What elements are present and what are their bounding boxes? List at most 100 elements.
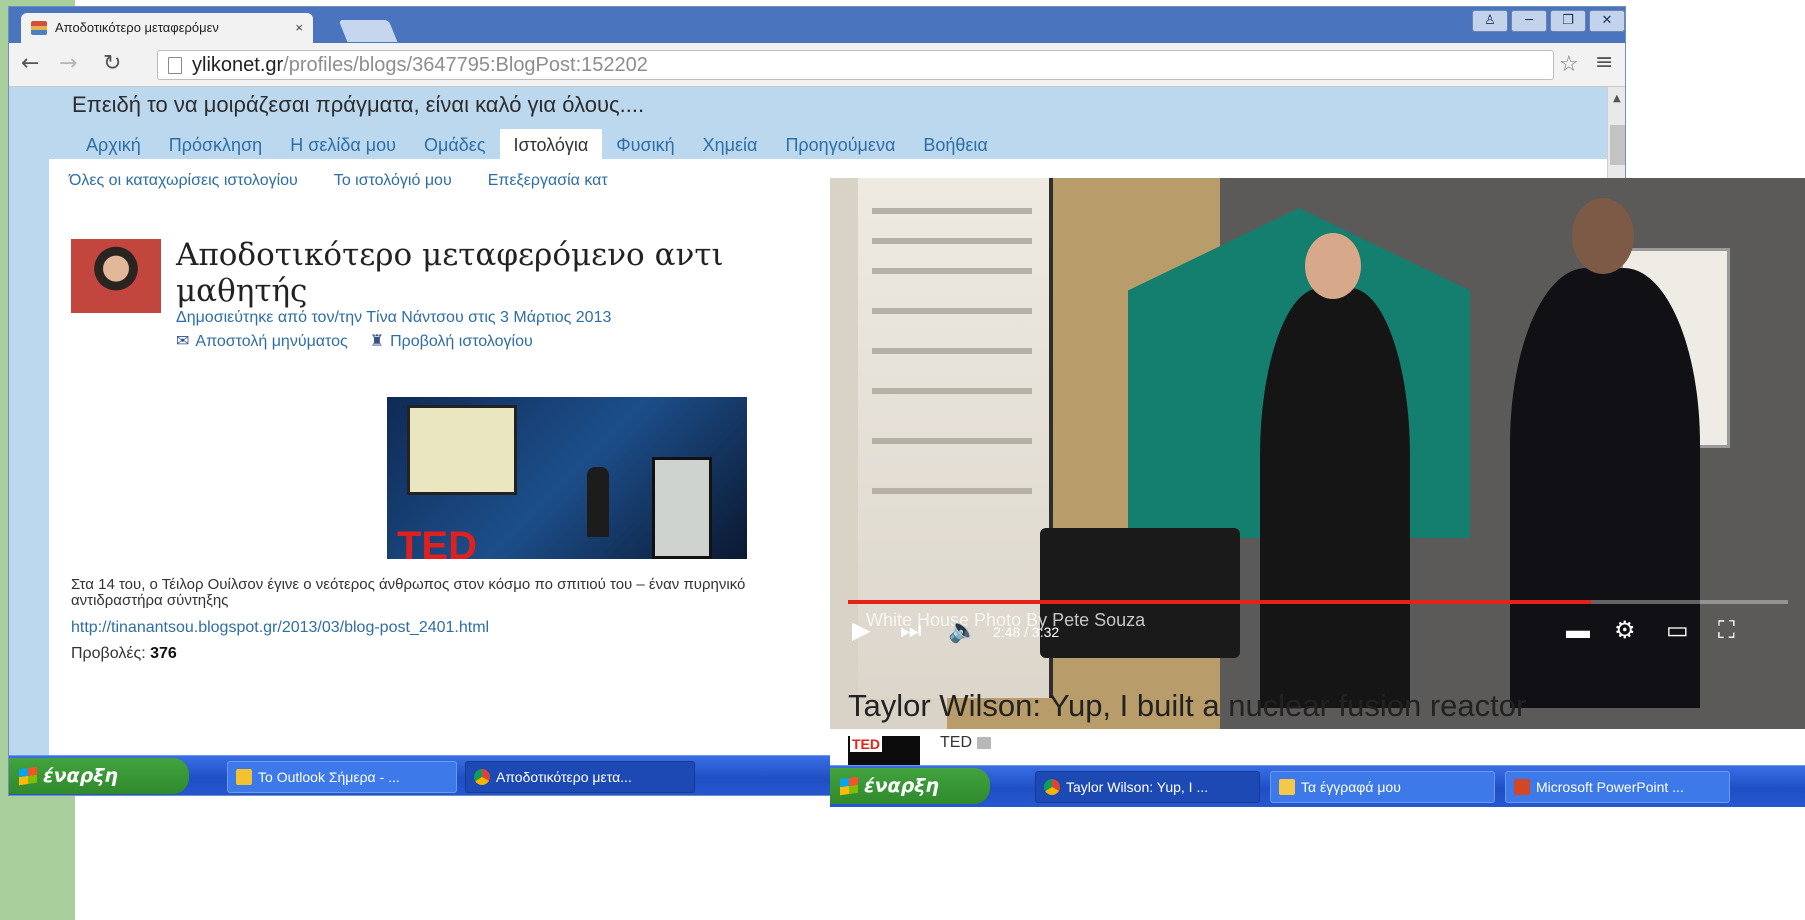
send-message-label: Αποστολή μηνύματος: [195, 333, 348, 350]
taskbar-item-powerpoint[interactable]: Microsoft PowerPoint ...: [1505, 771, 1730, 803]
page-icon: [168, 57, 182, 74]
back-arrow-icon[interactable]: ←: [21, 51, 39, 76]
scroll-up-icon[interactable]: ▲: [1613, 93, 1621, 104]
fullscreen-icon[interactable]: ⛶: [1718, 616, 1735, 646]
forward-arrow-icon[interactable]: →: [59, 51, 77, 76]
start-label: έναρξη: [864, 775, 939, 797]
envelope-icon: ✉: [176, 333, 190, 350]
user-icon[interactable]: ♙: [1472, 10, 1508, 32]
video-player[interactable]: White House Photo By Pete Souza ▶ ⏭ 🔈 2:…: [830, 178, 1805, 729]
blog-subnav: Όλες οι καταχωρίσεις ιστολογίου Το ιστολ…: [69, 172, 608, 190]
taskbar-item-outlook[interactable]: Το Outlook Σήμερα - ...: [227, 761, 457, 793]
tab-strip: Αποδοτικότερο μεταφερόμεν × ♙ ─ ❐ ✕: [9, 7, 1625, 43]
chrome-icon: [474, 769, 490, 785]
visitor-head: [1572, 198, 1634, 274]
maximize-icon[interactable]: ❐: [1550, 10, 1586, 32]
reload-icon[interactable]: ↻: [103, 51, 121, 76]
powerpoint-icon: [1514, 779, 1530, 795]
video-window: White House Photo By Pete Souza ▶ ⏭ 🔈 2:…: [830, 178, 1805, 920]
post-excerpt: Στα 14 του, ο Τέιλορ Ουίλσον έγινε ο νεό…: [71, 576, 746, 609]
folder-icon: [1279, 779, 1295, 795]
post-title: Αποδοτικότερο μεταφερόμενο αντι μαθητής: [176, 237, 724, 309]
video-controls: ▶ ⏭ 🔈 2:48 / 3:32 ▬ ⚙ ▭ ⛶: [848, 612, 1788, 652]
chrome-icon: [1044, 779, 1060, 795]
post-image[interactable]: TED: [387, 397, 747, 559]
nav-item-home[interactable]: Αρχική: [72, 129, 155, 162]
play-icon[interactable]: ▶: [852, 616, 870, 646]
video-title: Taylor Wilson: Yup, I built a nuclear fu…: [848, 688, 1527, 723]
url-path: /profiles/blogs/3647795:BlogPost:152202: [283, 54, 648, 76]
post-actions: ✉ Αποστολή μηνύματος ♜ Προβολή ιστολογίου: [176, 331, 533, 351]
speaker-figure: [587, 467, 609, 537]
post-external-link[interactable]: http://tinanantsou.blogspot.gr/2013/03/b…: [71, 619, 489, 637]
subnav-all-entries[interactable]: Όλες οι καταχωρίσεις ιστολογίου: [69, 172, 298, 190]
binoculars-icon: ♜: [369, 333, 385, 350]
nav-item-help[interactable]: Βοήθεια: [909, 129, 1001, 162]
windows-flag-icon: [840, 776, 858, 796]
verified-icon: [977, 736, 991, 749]
bookmark-star-icon[interactable]: ☆: [1559, 52, 1579, 77]
windows-flag-icon: [19, 766, 37, 786]
presenter-head: [1305, 233, 1361, 299]
url-host: ylikonet.gr: [192, 54, 284, 76]
outlook-icon: [236, 769, 252, 785]
tab-close-icon[interactable]: ×: [295, 13, 303, 43]
volume-icon[interactable]: 🔈: [948, 616, 978, 646]
nav-item-chemistry[interactable]: Χημεία: [689, 129, 772, 162]
new-tab-button[interactable]: [338, 20, 398, 42]
taskbar-item-label: Taylor Wilson: Yup, I ...: [1066, 779, 1209, 795]
taskbar-item-chrome[interactable]: Taylor Wilson: Yup, I ...: [1035, 771, 1260, 803]
nav-item-invitation[interactable]: Πρόσκληση: [155, 129, 277, 162]
start-button[interactable]: έναρξη: [830, 768, 990, 804]
views-label: Προβολές:: [71, 645, 146, 662]
window-controls: ♙ ─ ❐ ✕: [1472, 10, 1625, 34]
taskbar-item-chrome[interactable]: Αποδοτικότερο μετα...: [465, 761, 695, 793]
browser-toolbar: ← → ↻ ylikonet.gr/profiles/blogs/3647795…: [9, 43, 1625, 87]
menu-icon[interactable]: ≡: [1595, 50, 1613, 75]
send-message-link[interactable]: ✉ Αποστολή μηνύματος: [176, 331, 348, 351]
view-blog-label: Προβολή ιστολογίου: [390, 333, 533, 350]
taskbar-item-label: Τα έγγραφά μου: [1301, 779, 1401, 795]
taskbar-item-label: Αποδοτικότερο μετα...: [496, 769, 632, 785]
tab-title: Αποδοτικότερο μεταφερόμεν: [55, 20, 219, 35]
nav-item-blogs[interactable]: Ιστολόγια: [499, 129, 603, 162]
nav-item-my-page[interactable]: Η σελίδα μου: [276, 129, 410, 162]
site-tagline: Επειδή το να μοιράζεσαι πράγματα, είναι …: [72, 92, 645, 117]
views-count: 376: [150, 645, 177, 662]
scroll-thumb[interactable]: [1610, 125, 1625, 165]
current-time: 2:48: [993, 624, 1021, 640]
start-button[interactable]: έναρξη: [9, 758, 189, 794]
theater-mode-icon[interactable]: ▭: [1666, 616, 1689, 646]
reactor-diagram-panel: [407, 405, 517, 495]
taskbar-item-documents[interactable]: Τα έγγραφά μου: [1270, 771, 1495, 803]
video-progress-bar[interactable]: [848, 600, 1788, 604]
stage-screen: [652, 457, 712, 559]
video-time: 2:48 / 3:32: [993, 624, 1060, 640]
taskbar-item-label: Το Outlook Σήμερα - ...: [258, 769, 400, 785]
address-bar[interactable]: ylikonet.gr/profiles/blogs/3647795:BlogP…: [157, 50, 1554, 80]
browser-tab[interactable]: Αποδοτικότερο μεταφερόμεν ×: [21, 13, 313, 43]
settings-gear-icon[interactable]: ⚙: [1614, 616, 1636, 646]
view-blog-link[interactable]: ♜ Προβολή ιστολογίου: [370, 331, 533, 351]
post-byline: Δημοσιεύτηκε από τον/την Τίνα Νάντσου στ…: [176, 309, 612, 326]
ted-stage-logo: TED: [397, 524, 477, 559]
channel-name[interactable]: TED: [940, 734, 991, 752]
duration: 3:32: [1031, 624, 1060, 640]
nav-item-groups[interactable]: Ομάδες: [410, 129, 500, 162]
taskbar-item-label: Microsoft PowerPoint ...: [1536, 779, 1684, 795]
minimize-icon[interactable]: ─: [1511, 10, 1547, 32]
captions-icon[interactable]: ▬: [1566, 616, 1590, 646]
subnav-my-blog[interactable]: Το ιστολόγιό μου: [334, 172, 452, 190]
start-label: έναρξη: [43, 765, 118, 787]
channel-logo-text: TED: [850, 736, 882, 752]
site-favicon-icon: [31, 21, 47, 35]
taskbar: έναρξη Taylor Wilson: Yup, I ... Τα έγγρ…: [830, 765, 1805, 807]
nav-item-physics[interactable]: Φυσική: [602, 129, 688, 162]
close-window-icon[interactable]: ✕: [1589, 10, 1625, 32]
main-navigation: Αρχική Πρόσκληση Η σελίδα μου Ομάδες Ιστ…: [72, 129, 1002, 162]
next-icon[interactable]: ⏭: [900, 616, 922, 646]
subnav-edit[interactable]: Επεξεργασία κατ: [488, 172, 608, 190]
video-progress-fill: [848, 600, 1591, 604]
author-avatar[interactable]: [71, 239, 161, 313]
nav-item-previous[interactable]: Προηγούμενα: [771, 129, 909, 162]
